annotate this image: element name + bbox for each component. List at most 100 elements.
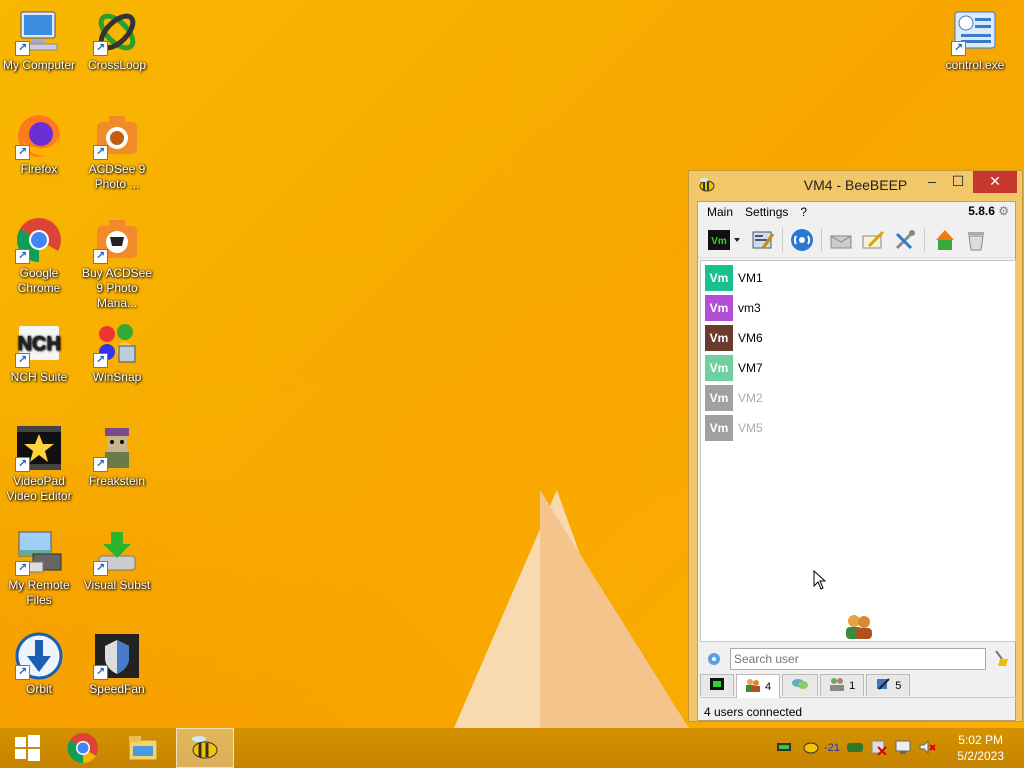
beebeep-tray-icon[interactable] (802, 740, 820, 757)
network-tray-icon[interactable] (894, 739, 912, 758)
wallpaper-shape (540, 490, 690, 728)
beebeep-app-icon (192, 736, 218, 759)
clock-time: 5:02 PM (958, 733, 1003, 747)
status-menu-button[interactable]: Vm (706, 227, 744, 253)
avatar: Vm (705, 265, 733, 291)
taskbar-chrome[interactable] (56, 728, 110, 768)
update-arrow-icon[interactable] (931, 227, 957, 253)
desktop-icon-videopad[interactable]: ↗ VideoPad Video Editor (0, 424, 78, 504)
avatar: Vm (705, 415, 733, 441)
avatar: Vm (705, 355, 733, 381)
menubar: Main Settings ? 5.8.6 ⚙ (698, 202, 1015, 222)
security-flag-icon[interactable] (870, 739, 888, 758)
gamepad-icon[interactable] (846, 740, 864, 757)
desktop-icon-winsnap[interactable]: ↗ WinSnap (78, 320, 156, 385)
desktop-icon-control-exe[interactable]: ↗ control.exe (936, 8, 1014, 73)
list-item[interactable]: Vm VM5 (701, 413, 1015, 443)
desktop-icon-acdsee[interactable]: ↗ ACDSee 9 Photo ... (78, 112, 156, 192)
window-titlebar[interactable]: VM4 - BeeBEEP – ☐ ✕ (689, 171, 1022, 199)
speedfan-icon: ↗ (93, 632, 141, 680)
clear-search-icon[interactable] (992, 649, 1010, 670)
list-item[interactable]: Vm VM7 (701, 353, 1015, 383)
menu-main[interactable]: Main (707, 205, 733, 219)
share-icon (875, 677, 891, 694)
tab-users[interactable]: 4 (736, 674, 781, 698)
visual-subst-icon: ↗ (93, 528, 141, 576)
desktop-icon-visual-subst[interactable]: ↗ Visual Subst (78, 528, 156, 593)
tab-chats[interactable] (782, 674, 819, 696)
version-label: 5.8.6 ⚙ (968, 204, 1009, 218)
list-item[interactable]: Vm VM2 (701, 383, 1015, 413)
network-icon[interactable] (789, 227, 815, 253)
volume-muted-icon[interactable] (918, 739, 936, 758)
avatar: Vm (705, 325, 733, 351)
desktop-icon-speedfan[interactable]: ↗ SpeedFan (78, 632, 156, 697)
mouse-cursor-icon (813, 569, 827, 593)
taskbar-clock[interactable]: 5:02 PM 5/2/2023 (957, 732, 1004, 764)
user-name: VM6 (738, 331, 763, 345)
videopad-icon: ↗ (15, 424, 63, 472)
svg-text:NCH: NCH (17, 333, 60, 355)
desktop-icon-orbit[interactable]: ↗ Orbit (0, 632, 78, 697)
desktop-icon-chrome[interactable]: ↗ Google Chrome (0, 216, 78, 296)
mail-icon[interactable] (828, 227, 854, 253)
tab-shares[interactable]: 5 (866, 674, 911, 696)
list-item[interactable]: Vm VM6 (701, 323, 1015, 353)
control-panel-icon: ↗ (951, 8, 999, 56)
nch-icon: NCH ↗ (15, 320, 63, 368)
tab-groups[interactable]: 1 (820, 674, 865, 696)
minimize-button[interactable]: – (918, 171, 946, 193)
trash-icon[interactable] (963, 227, 989, 253)
groups-count: 1 (849, 679, 856, 692)
users-group-icon (843, 613, 875, 642)
toolbar-separator (821, 227, 822, 252)
desktop-icon-nch-suite[interactable]: NCH ↗ NCH Suite (0, 320, 78, 385)
user-name: VM1 (738, 271, 763, 285)
group-icon (829, 677, 845, 694)
desktop-icon-crossloop[interactable]: ↗ CrossLoop (78, 8, 156, 73)
status-text: 4 users connected (704, 705, 803, 719)
freakstein-icon: ↗ (93, 424, 141, 472)
list-item[interactable]: Vm vm3 (701, 293, 1015, 323)
maximize-button[interactable]: ☐ (944, 171, 972, 193)
acdsee-icon: ↗ (93, 112, 141, 160)
desktop-icon-freakstein[interactable]: ↗ Freakstein (78, 424, 156, 489)
taskbar-beebeep[interactable] (176, 728, 234, 768)
start-button[interactable] (0, 728, 54, 768)
winsnap-icon: ↗ (93, 320, 141, 368)
desktop-icon-firefox[interactable]: ↗ Firefox (0, 112, 78, 177)
folder-icon (128, 736, 158, 761)
temperature-label[interactable]: -21 (824, 742, 840, 754)
shares-count: 5 (895, 679, 902, 692)
bottom-tabs: 4 1 5 (700, 674, 1016, 698)
user-name: VM7 (738, 361, 763, 375)
list-item[interactable]: Vm VM1 (701, 263, 1015, 293)
profile-edit-icon[interactable] (750, 227, 776, 253)
menu-help[interactable]: ? (800, 205, 807, 219)
clock-date: 5/2/2023 (957, 749, 1004, 763)
update-icon: ⚙ (998, 204, 1009, 218)
chat-icon (791, 677, 809, 694)
user-name: vm3 (738, 301, 761, 315)
tab-home[interactable] (700, 674, 734, 696)
tools-icon[interactable] (892, 227, 918, 253)
firefox-icon: ↗ (15, 112, 63, 160)
close-button[interactable]: ✕ (973, 171, 1017, 193)
avatar: Vm (705, 385, 733, 411)
user-name: VM5 (738, 421, 763, 435)
write-message-icon[interactable] (860, 227, 886, 253)
search-input[interactable] (730, 648, 986, 670)
menu-settings[interactable]: Settings (745, 205, 788, 219)
desktop-icon-my-computer[interactable]: ↗ My Computer (0, 8, 78, 73)
computer-icon: ↗ (15, 8, 63, 56)
toolbar-separator (782, 227, 783, 252)
desktop-icon-my-remote-files[interactable]: ↗ My Remote Files (0, 528, 78, 608)
users-icon (745, 678, 761, 695)
taskbar-file-explorer[interactable] (116, 728, 170, 768)
beebeep-window: VM4 - BeeBEEP – ☐ ✕ Main Settings ? 5.8.… (688, 170, 1023, 722)
search-settings-icon[interactable] (706, 651, 722, 670)
desktop-icon-buy-acdsee[interactable]: ↗ Buy ACDSee 9 Photo Mana... (78, 216, 156, 311)
battery-icon[interactable] (776, 741, 794, 756)
remote-files-icon: ↗ (15, 528, 63, 576)
svg-text:Vm: Vm (711, 236, 727, 247)
